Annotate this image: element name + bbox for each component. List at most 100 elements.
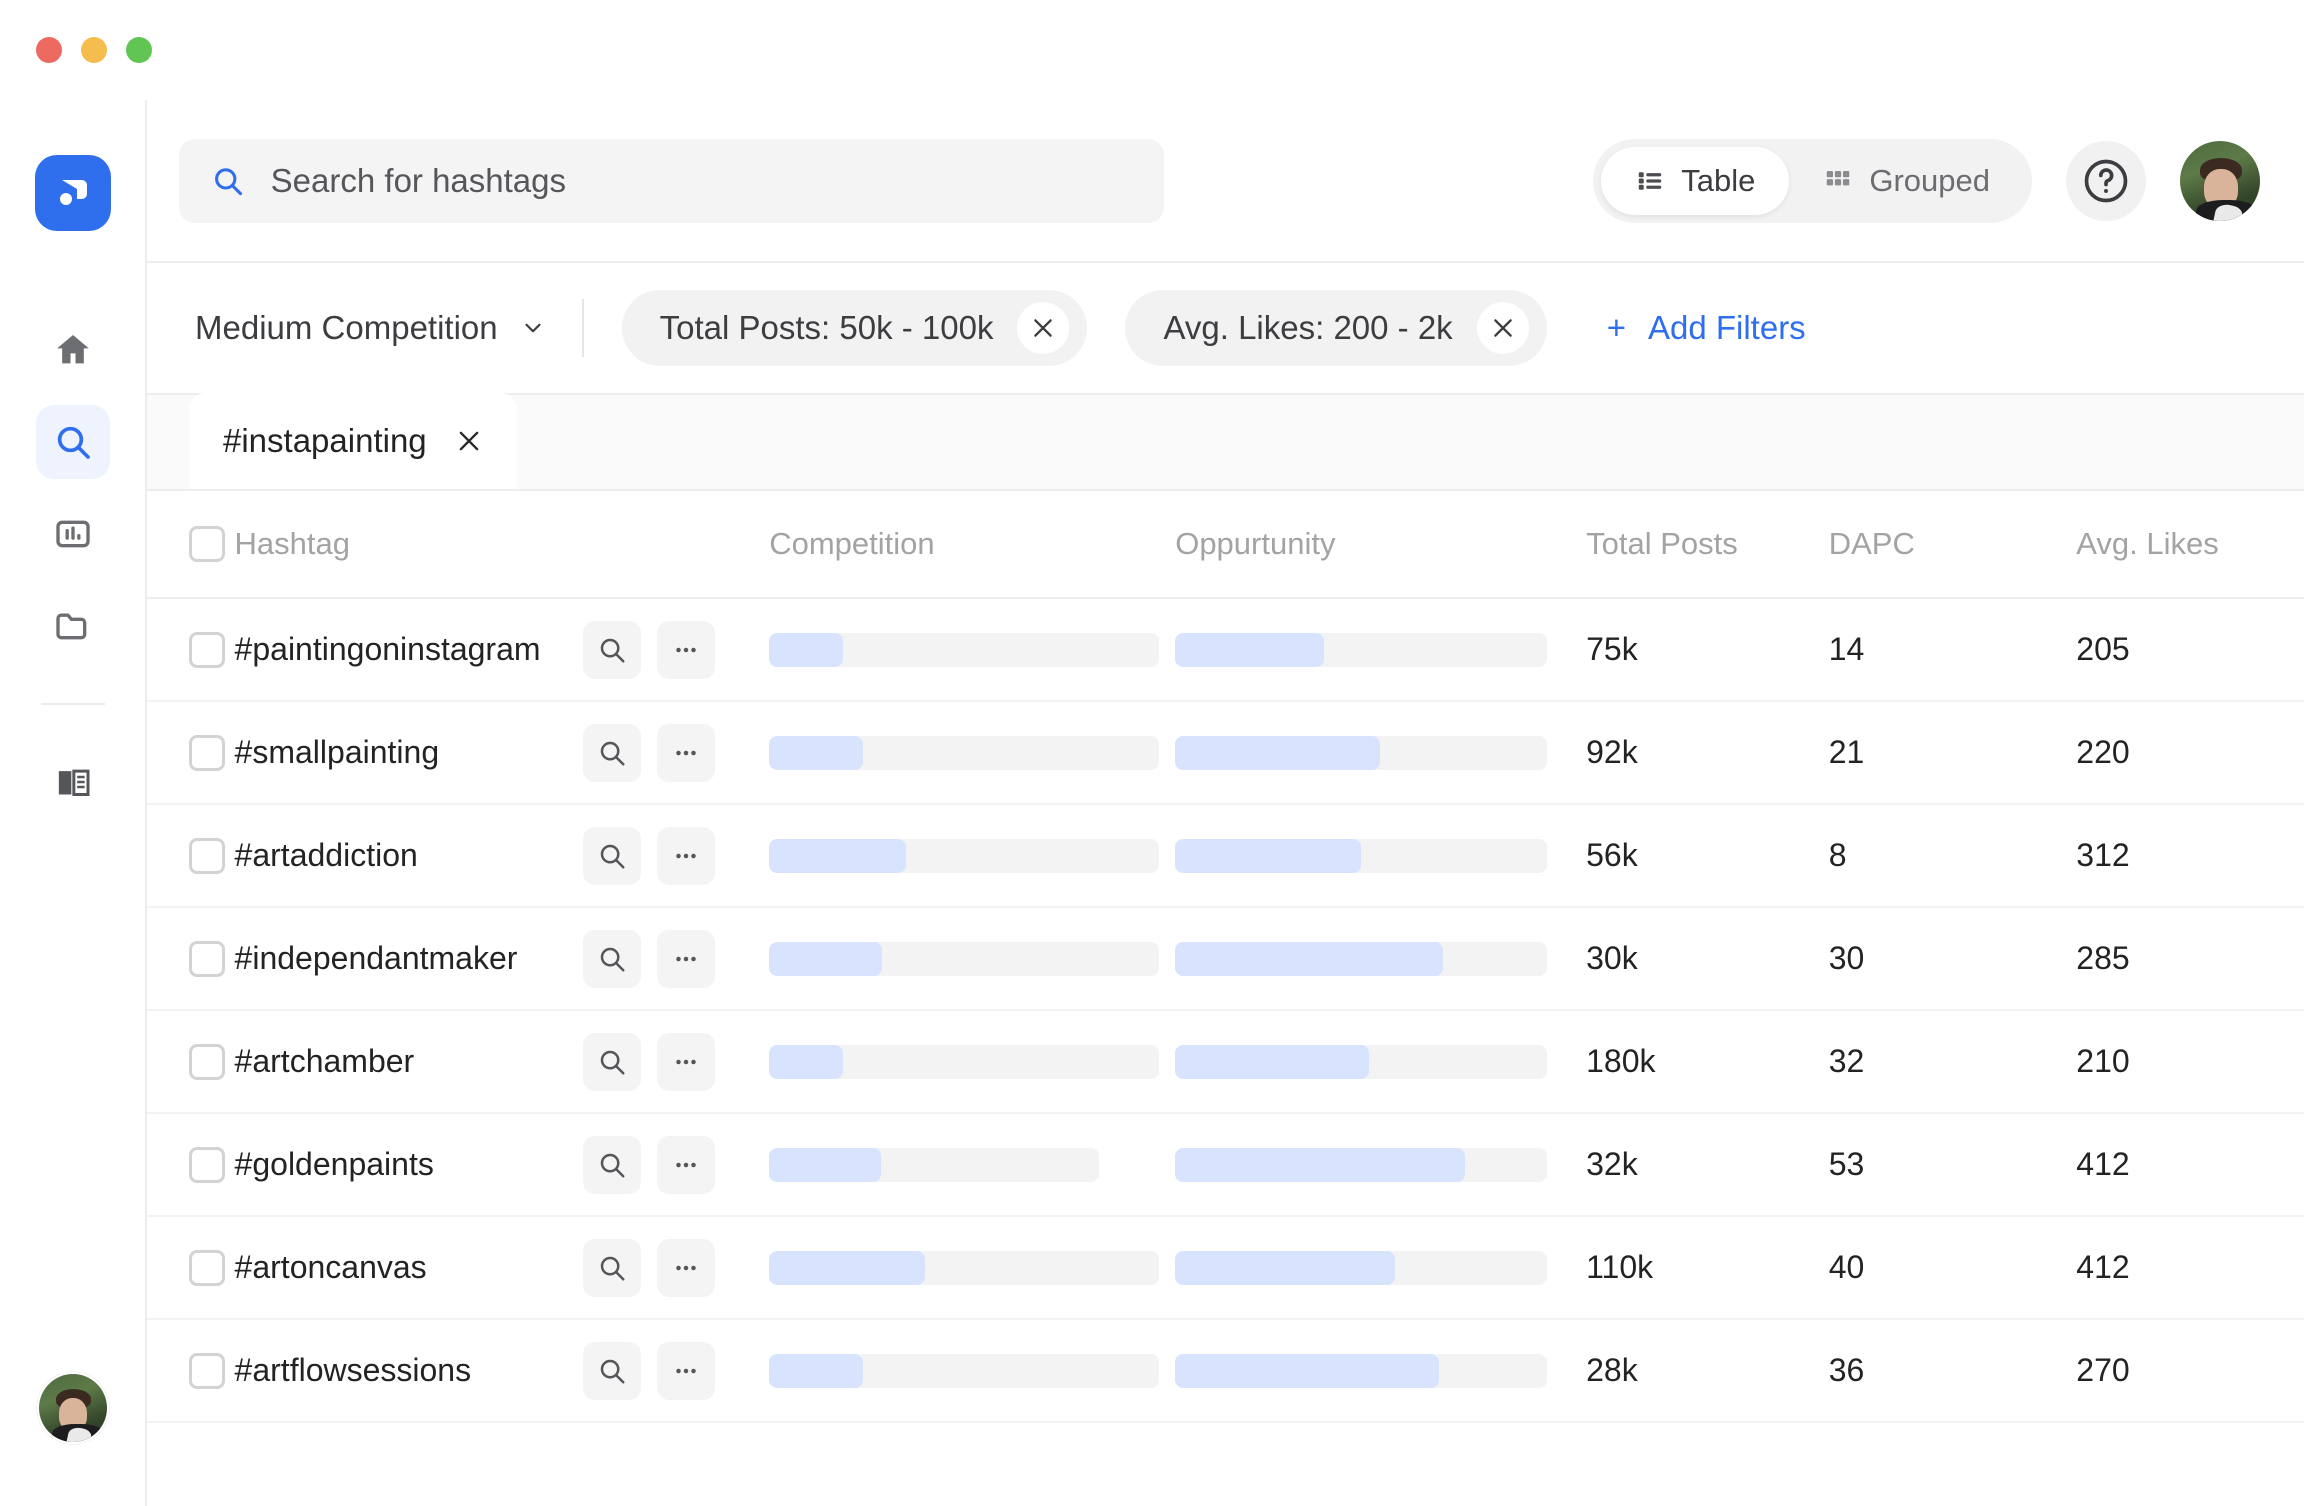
avg-likes-cell: 210	[2076, 1043, 2304, 1080]
row-search-button[interactable]	[583, 1342, 641, 1400]
remove-filter-button[interactable]	[1017, 302, 1069, 354]
opportunity-bar-track	[1175, 1045, 1547, 1079]
table-row[interactable]: #artoncanvas110k40412	[147, 1217, 2304, 1320]
grid-icon	[1823, 166, 1853, 196]
row-more-button[interactable]	[657, 724, 715, 782]
select-all-checkbox[interactable]	[189, 526, 225, 562]
row-checkbox[interactable]	[189, 632, 225, 668]
opportunity-bar-track	[1175, 633, 1547, 667]
user-avatar[interactable]	[2180, 141, 2260, 221]
sidebar-item-search[interactable]	[36, 405, 110, 479]
tab-grouped-view[interactable]: Grouped	[1789, 147, 2024, 215]
row-checkbox[interactable]	[189, 1353, 225, 1389]
competition-bar-track	[769, 736, 1159, 770]
column-header-opportunity[interactable]: Oppurtunity	[1175, 526, 1586, 562]
app-window: Table Grouped	[0, 0, 2304, 1506]
hashtag-cell: #goldenpaints	[235, 1136, 770, 1194]
total-posts-cell: 56k	[1586, 837, 1829, 874]
total-posts-cell: 180k	[1586, 1043, 1829, 1080]
folder-icon	[53, 606, 93, 646]
table-row[interactable]: #independantmaker30k30285	[147, 908, 2304, 1011]
avg-likes-cell: 285	[2076, 940, 2304, 977]
row-search-button[interactable]	[583, 827, 641, 885]
sidebar-user-avatar[interactable]	[37, 1372, 109, 1444]
sidebar-item-home[interactable]	[36, 313, 110, 387]
row-search-button[interactable]	[583, 930, 641, 988]
filter-chip-total-posts[interactable]: Total Posts: 50k - 100k	[622, 290, 1088, 366]
row-checkbox[interactable]	[189, 1044, 225, 1080]
row-search-button[interactable]	[583, 1136, 641, 1194]
hashtag-label: #artaddiction	[235, 837, 583, 874]
window-minimize-button[interactable]	[81, 37, 107, 63]
row-more-button[interactable]	[657, 1033, 715, 1091]
opportunity-cell	[1175, 1251, 1586, 1285]
row-checkbox[interactable]	[189, 1147, 225, 1183]
opportunity-bar-fill	[1175, 1148, 1465, 1182]
remove-filter-button[interactable]	[1477, 302, 1529, 354]
column-header-total-posts[interactable]: Total Posts	[1586, 526, 1829, 562]
row-checkbox[interactable]	[189, 1250, 225, 1286]
search-icon	[53, 422, 93, 462]
row-more-button[interactable]	[657, 621, 715, 679]
home-icon	[53, 330, 93, 370]
help-circle-icon	[2080, 155, 2132, 207]
close-icon	[1490, 315, 1516, 341]
row-more-button[interactable]	[657, 827, 715, 885]
chevron-down-icon	[520, 315, 546, 341]
competition-select[interactable]: Medium Competition	[195, 309, 582, 347]
column-header-avg-likes[interactable]: Avg. Likes	[2076, 526, 2304, 562]
row-search-button[interactable]	[583, 1239, 641, 1297]
column-header-dapc[interactable]: DAPC	[1829, 526, 2077, 562]
search-icon	[597, 1253, 627, 1283]
table-row[interactable]: #goldenpaints32k53412	[147, 1114, 2304, 1217]
row-checkbox[interactable]	[189, 838, 225, 874]
row-checkbox[interactable]	[189, 941, 225, 977]
row-search-button[interactable]	[583, 1033, 641, 1091]
close-tab-button[interactable]	[455, 427, 483, 455]
opportunity-bar-fill	[1175, 942, 1443, 976]
more-icon	[671, 1356, 701, 1386]
help-button[interactable]	[2066, 141, 2146, 221]
competition-bar-fill	[769, 736, 863, 770]
search-input[interactable]	[271, 162, 1132, 200]
row-more-button[interactable]	[657, 1136, 715, 1194]
hashtag-cell: #paintingoninstagram	[235, 621, 770, 679]
search-icon	[597, 1356, 627, 1386]
column-header-competition[interactable]: Competition	[769, 526, 1175, 562]
window-close-button[interactable]	[36, 37, 62, 63]
row-more-button[interactable]	[657, 1342, 715, 1400]
table-row[interactable]: #paintingoninstagram75k14205	[147, 599, 2304, 702]
search-icon	[597, 738, 627, 768]
total-posts-cell: 75k	[1586, 631, 1829, 668]
app-logo[interactable]	[35, 155, 111, 231]
row-search-button[interactable]	[583, 621, 641, 679]
sidebar-item-learn[interactable]	[36, 745, 110, 819]
table-row[interactable]: #smallpainting92k21220	[147, 702, 2304, 805]
sidebar-item-folders[interactable]	[36, 589, 110, 663]
hashtag-label: #paintingoninstagram	[235, 631, 583, 668]
add-filters-button[interactable]: + Add Filters	[1607, 309, 1806, 347]
search-bar[interactable]	[179, 139, 1164, 223]
dapc-cell: 40	[1829, 1249, 2077, 1286]
competition-bar-track	[769, 1148, 1099, 1182]
sidebar-item-analytics[interactable]	[36, 497, 110, 571]
view-toggle-label: Table	[1681, 163, 1755, 199]
window-maximize-button[interactable]	[126, 37, 152, 63]
table-row[interactable]: #artaddiction56k8312	[147, 805, 2304, 908]
competition-bar-fill	[769, 1148, 881, 1182]
tab-table-view[interactable]: Table	[1601, 147, 1789, 215]
row-checkbox[interactable]	[189, 735, 225, 771]
row-more-button[interactable]	[657, 930, 715, 988]
tab-instapainting[interactable]: #instapainting	[189, 393, 517, 489]
tab-strip: #instapainting	[147, 395, 2304, 491]
dapc-cell: 14	[1829, 631, 2077, 668]
table-row[interactable]: #artchamber180k32210	[147, 1011, 2304, 1114]
row-more-button[interactable]	[657, 1239, 715, 1297]
row-select-cell	[147, 1250, 235, 1286]
column-header-hashtag[interactable]: Hashtag	[235, 526, 770, 562]
table-row[interactable]: #artflowsessions28k36270	[147, 1320, 2304, 1423]
row-search-button[interactable]	[583, 724, 641, 782]
competition-bar-fill	[769, 633, 843, 667]
filter-chip-avg-likes[interactable]: Avg. Likes: 200 - 2k	[1125, 290, 1546, 366]
total-posts-cell: 92k	[1586, 734, 1829, 771]
